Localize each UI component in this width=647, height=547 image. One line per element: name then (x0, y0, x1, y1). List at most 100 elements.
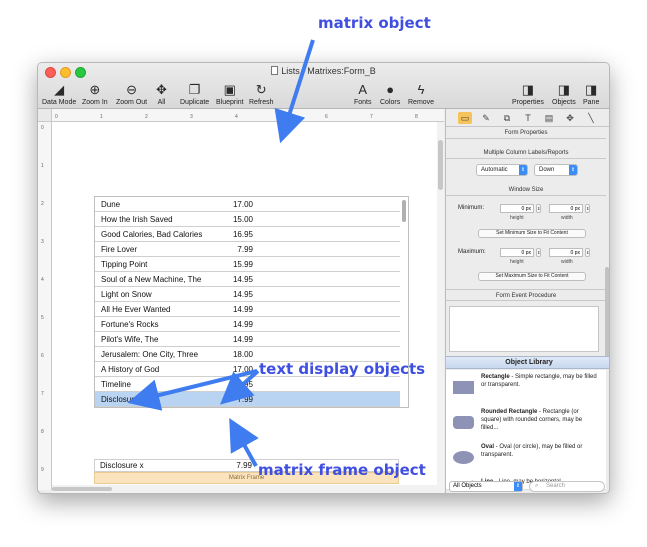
toolbar-label: Remove (408, 99, 435, 106)
properties-pane: ▭ ✎ ⧉ T ▤ ✥ ╲ Form Properties Multiple Column … (445, 109, 609, 493)
link-icon[interactable]: ⧉ (500, 112, 514, 124)
min-width-label: width (561, 215, 573, 221)
text-display-price[interactable]: 7.99 (224, 461, 252, 470)
matrix-row-name: How the Irish Saved (101, 215, 173, 224)
matrix-row[interactable]: All He Ever Wanted 14.99 (95, 302, 400, 317)
matrix-row[interactable]: Fire Lover 7.99 (95, 242, 400, 257)
matrix-row-price: 14.99 (232, 335, 253, 344)
min-height-field[interactable]: 0 px (500, 204, 534, 213)
matrix-row[interactable]: How the Irish Saved 15.00 (95, 212, 400, 227)
colors-icon: ● (386, 82, 395, 97)
matrix-row-name: Timeline (101, 380, 131, 389)
set-max-size-button[interactable]: Set Maximum Size to Fit Content (478, 272, 586, 281)
refresh-button[interactable]: ↻ Refresh (249, 81, 274, 106)
layout-mode-select[interactable]: Automatic ⇕ (476, 164, 528, 176)
data-mode-button[interactable]: ◢ Data Mode (42, 81, 76, 106)
max-height-stepper[interactable]: ⇕ (536, 248, 541, 257)
zoom-out-icon: ⊖ (126, 82, 138, 97)
toolbar-label: Objects (552, 99, 576, 106)
line-icon[interactable]: ╲ (584, 112, 598, 124)
max-width-field[interactable]: 0 px (549, 248, 583, 257)
canvas-hscroll-thumb[interactable] (52, 487, 112, 491)
matrix-row-name: Tipping Point (101, 260, 148, 269)
matrix-row[interactable]: Pilot's Wife, The 14.99 (95, 332, 400, 347)
object-filter-select[interactable]: All Objects ⇕ (449, 481, 523, 492)
min-height-stepper[interactable]: ⇕ (536, 204, 541, 213)
layout-mode-value: Automatic (481, 167, 508, 173)
search-icon: ⌕ (535, 483, 539, 489)
fonts-icon: A (358, 82, 368, 97)
refresh-icon: ↻ (255, 82, 267, 97)
library-item-text: Oval - Oval (or circle), may be filled o… (481, 443, 599, 459)
pane-scrollbar[interactable] (605, 167, 609, 367)
toolbar-label: Zoom Out (116, 99, 148, 106)
matrix-row-name: All He Ever Wanted (101, 305, 171, 314)
matrix-row[interactable]: Good Calories, Bad Calories 16.95 (95, 227, 400, 242)
colors-button[interactable]: ● Colors (380, 81, 400, 106)
blueprint-button[interactable]: ▣ Blueprint (216, 81, 244, 106)
duplicate-icon: ❐ (188, 82, 201, 97)
remove-button[interactable]: ϟ Remove (408, 81, 434, 106)
library-item-oval[interactable]: Oval - Oval (or circle), may be filled o… (446, 440, 606, 476)
max-height-field[interactable]: 0 px (500, 248, 534, 257)
vertical-ruler-tick-label: 2 (41, 201, 44, 207)
matrix-row[interactable]: Timeline 14.95 (95, 377, 400, 392)
library-item-text: Rounded Rectangle - Rectangle (or square… (481, 408, 599, 432)
library-item-rectangle[interactable]: Rectangle - Simple rectangle, may be fil… (446, 370, 606, 406)
min-width-field[interactable]: 0 px (549, 204, 583, 213)
direction-select[interactable]: Down ⇕ (534, 164, 578, 176)
event-procedure-header: Form Event Procedure (446, 289, 606, 301)
blueprint-icon: ▣ (223, 82, 236, 97)
toolbar-label: Colors (380, 99, 401, 106)
text-display-name[interactable]: Disclosure x (100, 461, 144, 470)
pencil-icon[interactable]: ✎ (479, 112, 493, 124)
matrix-row-name: Dune (101, 200, 121, 209)
script-icon[interactable]: ▤ (542, 112, 556, 124)
set-min-size-button[interactable]: Set Minimum Size to Fit Content (478, 229, 586, 238)
pane-button[interactable]: ◨ Pane (583, 81, 599, 106)
matrix-row[interactable]: Dune 17.00 (95, 197, 400, 212)
library-search-input[interactable]: ⌕ Search (529, 481, 605, 492)
form-icon[interactable]: ▭ (458, 112, 472, 124)
ruler-corner (38, 109, 52, 122)
canvas-vscroll-thumb[interactable] (438, 140, 443, 190)
objects-icon: ◨ (557, 82, 571, 97)
zoom-out-button[interactable]: ⊖ Zoom Out (116, 81, 147, 106)
ruler-tick-label: 0 (55, 114, 58, 120)
min-width-stepper[interactable]: ⇕ (585, 204, 590, 213)
horizontal-ruler: 0 1 2 3 4 5 6 7 8 (52, 109, 444, 122)
matrix-row[interactable]: Fortune's Rocks 14.99 (95, 317, 400, 332)
duplicate-button[interactable]: ❐ Duplicate (180, 81, 209, 106)
ruler-tick-label: 6 (325, 114, 328, 120)
matrix-row[interactable]: Tipping Point 15.99 (95, 257, 400, 272)
vertical-ruler-tick-label: 0 (41, 125, 44, 131)
all-button[interactable]: ✥ All (156, 81, 167, 106)
form-canvas[interactable]: Dune 17.00 How the Irish Saved 15.00 Good Ca… (52, 122, 437, 485)
canvas-vertical-scrollbar[interactable] (437, 122, 444, 485)
chevron-down-icon: ⇕ (519, 165, 527, 175)
objects-button[interactable]: ◨ Objects (552, 81, 576, 106)
ruler-tick-label: 1 (100, 114, 103, 120)
canvas-horizontal-scrollbar[interactable] (52, 485, 444, 493)
document-icon (271, 66, 279, 75)
matrix-row-name: Pilot's Wife, The (101, 335, 159, 344)
event-procedure-editor[interactable] (449, 306, 599, 352)
text-icon[interactable]: T (521, 112, 535, 124)
pane-scroll-thumb[interactable] (605, 267, 609, 367)
matrix-row[interactable]: Soul of a New Machine, The 14.95 (95, 272, 400, 287)
matrix-scroll-thumb[interactable] (402, 200, 406, 222)
matrix-row-name: A History of God (101, 365, 160, 374)
zoom-in-button[interactable]: ⊕ Zoom In (82, 81, 108, 106)
properties-button[interactable]: ◨ Properties (512, 81, 544, 106)
matrix-row[interactable]: Disclosure x 7.99 (95, 392, 400, 407)
library-item-rounded-rectangle[interactable]: Rounded Rectangle - Rectangle (or square… (446, 405, 606, 441)
matrix-row[interactable]: Light on Snow 14.95 (95, 287, 400, 302)
library-item-name: Oval (481, 444, 495, 450)
fonts-button[interactable]: A Fonts (354, 81, 372, 106)
max-width-stepper[interactable]: ⇕ (585, 248, 590, 257)
library-item-name: Rectangle (481, 374, 510, 380)
form-properties-header: Form Properties (446, 127, 606, 139)
matrix-row-name: Good Calories, Bad Calories (101, 230, 203, 239)
matrix-row-price: 7.99 (237, 395, 253, 404)
move-icon[interactable]: ✥ (563, 112, 577, 124)
